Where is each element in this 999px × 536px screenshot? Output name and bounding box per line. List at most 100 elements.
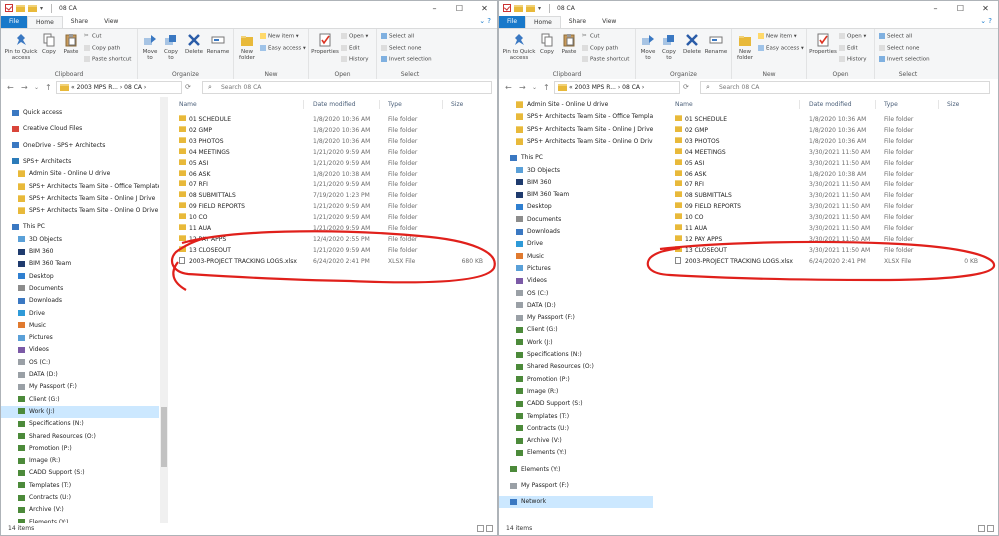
- delete-button[interactable]: Delete: [681, 33, 703, 55]
- nav-item[interactable]: OS (C:): [499, 288, 653, 300]
- search-box[interactable]: ⌕ Search 08 CA: [700, 81, 990, 94]
- search-box[interactable]: ⌕ Search 08 CA: [202, 81, 492, 94]
- nav-item[interactable]: BIM 360: [1, 246, 159, 258]
- nav-item[interactable]: SPS+ Architects Team Site - Office Templ…: [499, 111, 653, 123]
- close-icon[interactable]: ✕: [472, 1, 497, 16]
- nav-item[interactable]: SPS+ Architects Team Site - Office Templ…: [1, 181, 159, 193]
- delete-button[interactable]: Delete: [183, 33, 205, 55]
- nav-item[interactable]: Videos: [1, 344, 159, 356]
- tab-share[interactable]: Share: [561, 16, 594, 28]
- table-row[interactable]: 10 CO 1/21/2020 9:59 AM File folder: [173, 213, 497, 223]
- table-row[interactable]: 12 PAY APPS 3/30/2021 11:50 AM File folder: [669, 234, 998, 245]
- properties-button[interactable]: Properties: [809, 33, 837, 55]
- select-none-button[interactable]: Select none: [879, 45, 919, 52]
- table-row[interactable]: 07 RFI 3/30/2021 11:50 AM File folder: [669, 180, 998, 190]
- nav-item[interactable]: BIM 360: [499, 177, 653, 189]
- back-arrow-icon[interactable]: ←: [505, 83, 512, 92]
- nav-item[interactable]: Downloads: [1, 295, 159, 307]
- edit-button[interactable]: Edit: [839, 45, 858, 52]
- column-header-name[interactable]: Name: [179, 101, 197, 108]
- nav-item[interactable]: Templates (T:): [499, 411, 653, 423]
- nav-item[interactable]: Music: [499, 251, 653, 263]
- nav-item[interactable]: Work (J:): [1, 405, 159, 418]
- nav-item[interactable]: Shared Resources (O:): [1, 431, 159, 443]
- scrollbar-thumb[interactable]: [161, 407, 167, 467]
- paste-shortcut-button[interactable]: Paste shortcut: [84, 56, 131, 63]
- nav-item[interactable]: Work (J:): [499, 337, 653, 349]
- select-all-button[interactable]: Select all: [381, 33, 414, 40]
- table-row[interactable]: 10 CO 3/30/2021 11:50 AM File folder: [669, 213, 998, 223]
- invert-selection-button[interactable]: Invert selection: [879, 56, 930, 63]
- properties-button[interactable]: Properties: [311, 33, 339, 55]
- rename-button[interactable]: Rename: [206, 33, 230, 55]
- copy-to-button[interactable]: Copy to: [161, 33, 181, 61]
- nav-item[interactable]: SPS+ Architects Team Site - Online O Dri…: [499, 136, 653, 148]
- column-header-type[interactable]: Type: [884, 101, 898, 108]
- table-row[interactable]: 13 CLOSEOUT 3/30/2021 11:50 AM File folder: [669, 245, 998, 256]
- cut-button[interactable]: ✂ Cut: [84, 33, 101, 40]
- recent-locations-icon[interactable]: ⌄: [34, 84, 39, 91]
- nav-item[interactable]: Documents: [499, 214, 653, 226]
- nav-item[interactable]: DATA (D:): [499, 300, 653, 312]
- properties-icon[interactable]: [5, 4, 13, 12]
- table-row[interactable]: 13 CLOSEOUT 1/21/2020 9:59 AM File folder: [173, 245, 497, 256]
- large-icons-view-icon[interactable]: [987, 525, 994, 532]
- nav-item[interactable]: Specifications (N:): [1, 418, 159, 430]
- address-bar[interactable]: « 2003 MPS R... › 08 CA ›: [56, 81, 182, 94]
- nav-item[interactable]: Network: [499, 496, 653, 509]
- new-folder-icon[interactable]: [514, 4, 523, 12]
- tab-view[interactable]: View: [96, 16, 126, 28]
- nav-item[interactable]: 3D Objects: [499, 165, 653, 177]
- nav-item[interactable]: Image (R:): [1, 455, 159, 467]
- table-row[interactable]: 09 FIELD REPORTS 3/30/2021 11:50 AM File f…: [669, 202, 998, 212]
- pin-to-quick-access-button[interactable]: Pin to Quick access: [502, 33, 536, 61]
- table-row[interactable]: 12 PAY APPS 12/4/2020 2:55 PM File folder: [173, 234, 497, 245]
- table-row[interactable]: 01 SCHEDULE 1/8/2020 10:36 AM File folder: [173, 115, 497, 125]
- up-arrow-icon[interactable]: ↑: [543, 83, 550, 92]
- nav-item[interactable]: 3D Objects: [1, 234, 159, 246]
- history-button[interactable]: History: [341, 56, 369, 63]
- nav-item[interactable]: OneDrive - SPS+ Architects: [1, 140, 159, 152]
- column-separator[interactable]: [303, 100, 304, 109]
- address-bar[interactable]: « 2003 MPS R... › 08 CA ›: [554, 81, 680, 94]
- nav-item[interactable]: Client (G:): [1, 394, 159, 406]
- rename-button[interactable]: Rename: [704, 33, 728, 55]
- copy-button[interactable]: Copy: [39, 33, 59, 55]
- tab-file[interactable]: File: [499, 16, 526, 28]
- nav-item[interactable]: DATA (D:): [1, 369, 159, 381]
- nav-item[interactable]: Templates (T:): [1, 480, 159, 492]
- column-separator[interactable]: [379, 100, 380, 109]
- nav-item[interactable]: Downloads: [499, 226, 653, 238]
- help-icon[interactable]: ⌄ ?: [479, 17, 491, 25]
- table-row[interactable]: 08 SUBMITTALS 3/30/2021 11:50 AM File fold…: [669, 191, 998, 201]
- tab-home[interactable]: Home: [27, 16, 63, 28]
- nav-item[interactable]: Client (G:): [499, 324, 653, 336]
- maximize-icon[interactable]: ☐: [447, 1, 472, 16]
- nav-scrollbar[interactable]: [160, 97, 168, 523]
- table-row[interactable]: 2003-PROJECT TRACKING LOGS.xlsx 6/24/2020…: [669, 256, 998, 267]
- new-folder-button[interactable]: New folder: [734, 33, 756, 61]
- nav-item[interactable]: My Passport (F:): [1, 381, 159, 393]
- new-folder-icon[interactable]: [16, 4, 25, 12]
- select-none-button[interactable]: Select none: [381, 45, 421, 52]
- table-row[interactable]: 02 GMP 1/8/2020 10:36 AM File folder: [173, 125, 497, 136]
- nav-item[interactable]: Creative Cloud Files: [1, 123, 159, 135]
- nav-item[interactable]: CADD Support (S:): [1, 467, 159, 479]
- paste-button[interactable]: Paste: [559, 33, 579, 55]
- nav-item[interactable]: Contracts (U:): [1, 492, 159, 504]
- table-row[interactable]: 04 MEETINGS 3/30/2021 11:50 AM File folder: [669, 147, 998, 158]
- select-all-button[interactable]: Select all: [879, 33, 912, 40]
- properties-icon[interactable]: [503, 4, 511, 12]
- nav-item[interactable]: Documents: [1, 283, 159, 295]
- column-separator[interactable]: [799, 100, 800, 109]
- table-row[interactable]: 05 ASI 3/30/2021 11:50 AM File folder: [669, 158, 998, 169]
- nav-item[interactable]: Pictures: [499, 263, 653, 275]
- new-item-button[interactable]: New item ▾: [758, 33, 797, 40]
- nav-item[interactable]: BIM 360 Team: [499, 189, 653, 201]
- open-button[interactable]: Open ▾: [341, 33, 368, 40]
- nav-item[interactable]: Admin Site - Online U drive: [1, 168, 159, 180]
- maximize-icon[interactable]: ☐: [948, 1, 973, 16]
- new-item-button[interactable]: New item ▾: [260, 33, 299, 40]
- column-header-size[interactable]: Size: [947, 101, 959, 108]
- table-row[interactable]: 07 RFI 1/21/2020 9:59 AM File folder: [173, 180, 497, 190]
